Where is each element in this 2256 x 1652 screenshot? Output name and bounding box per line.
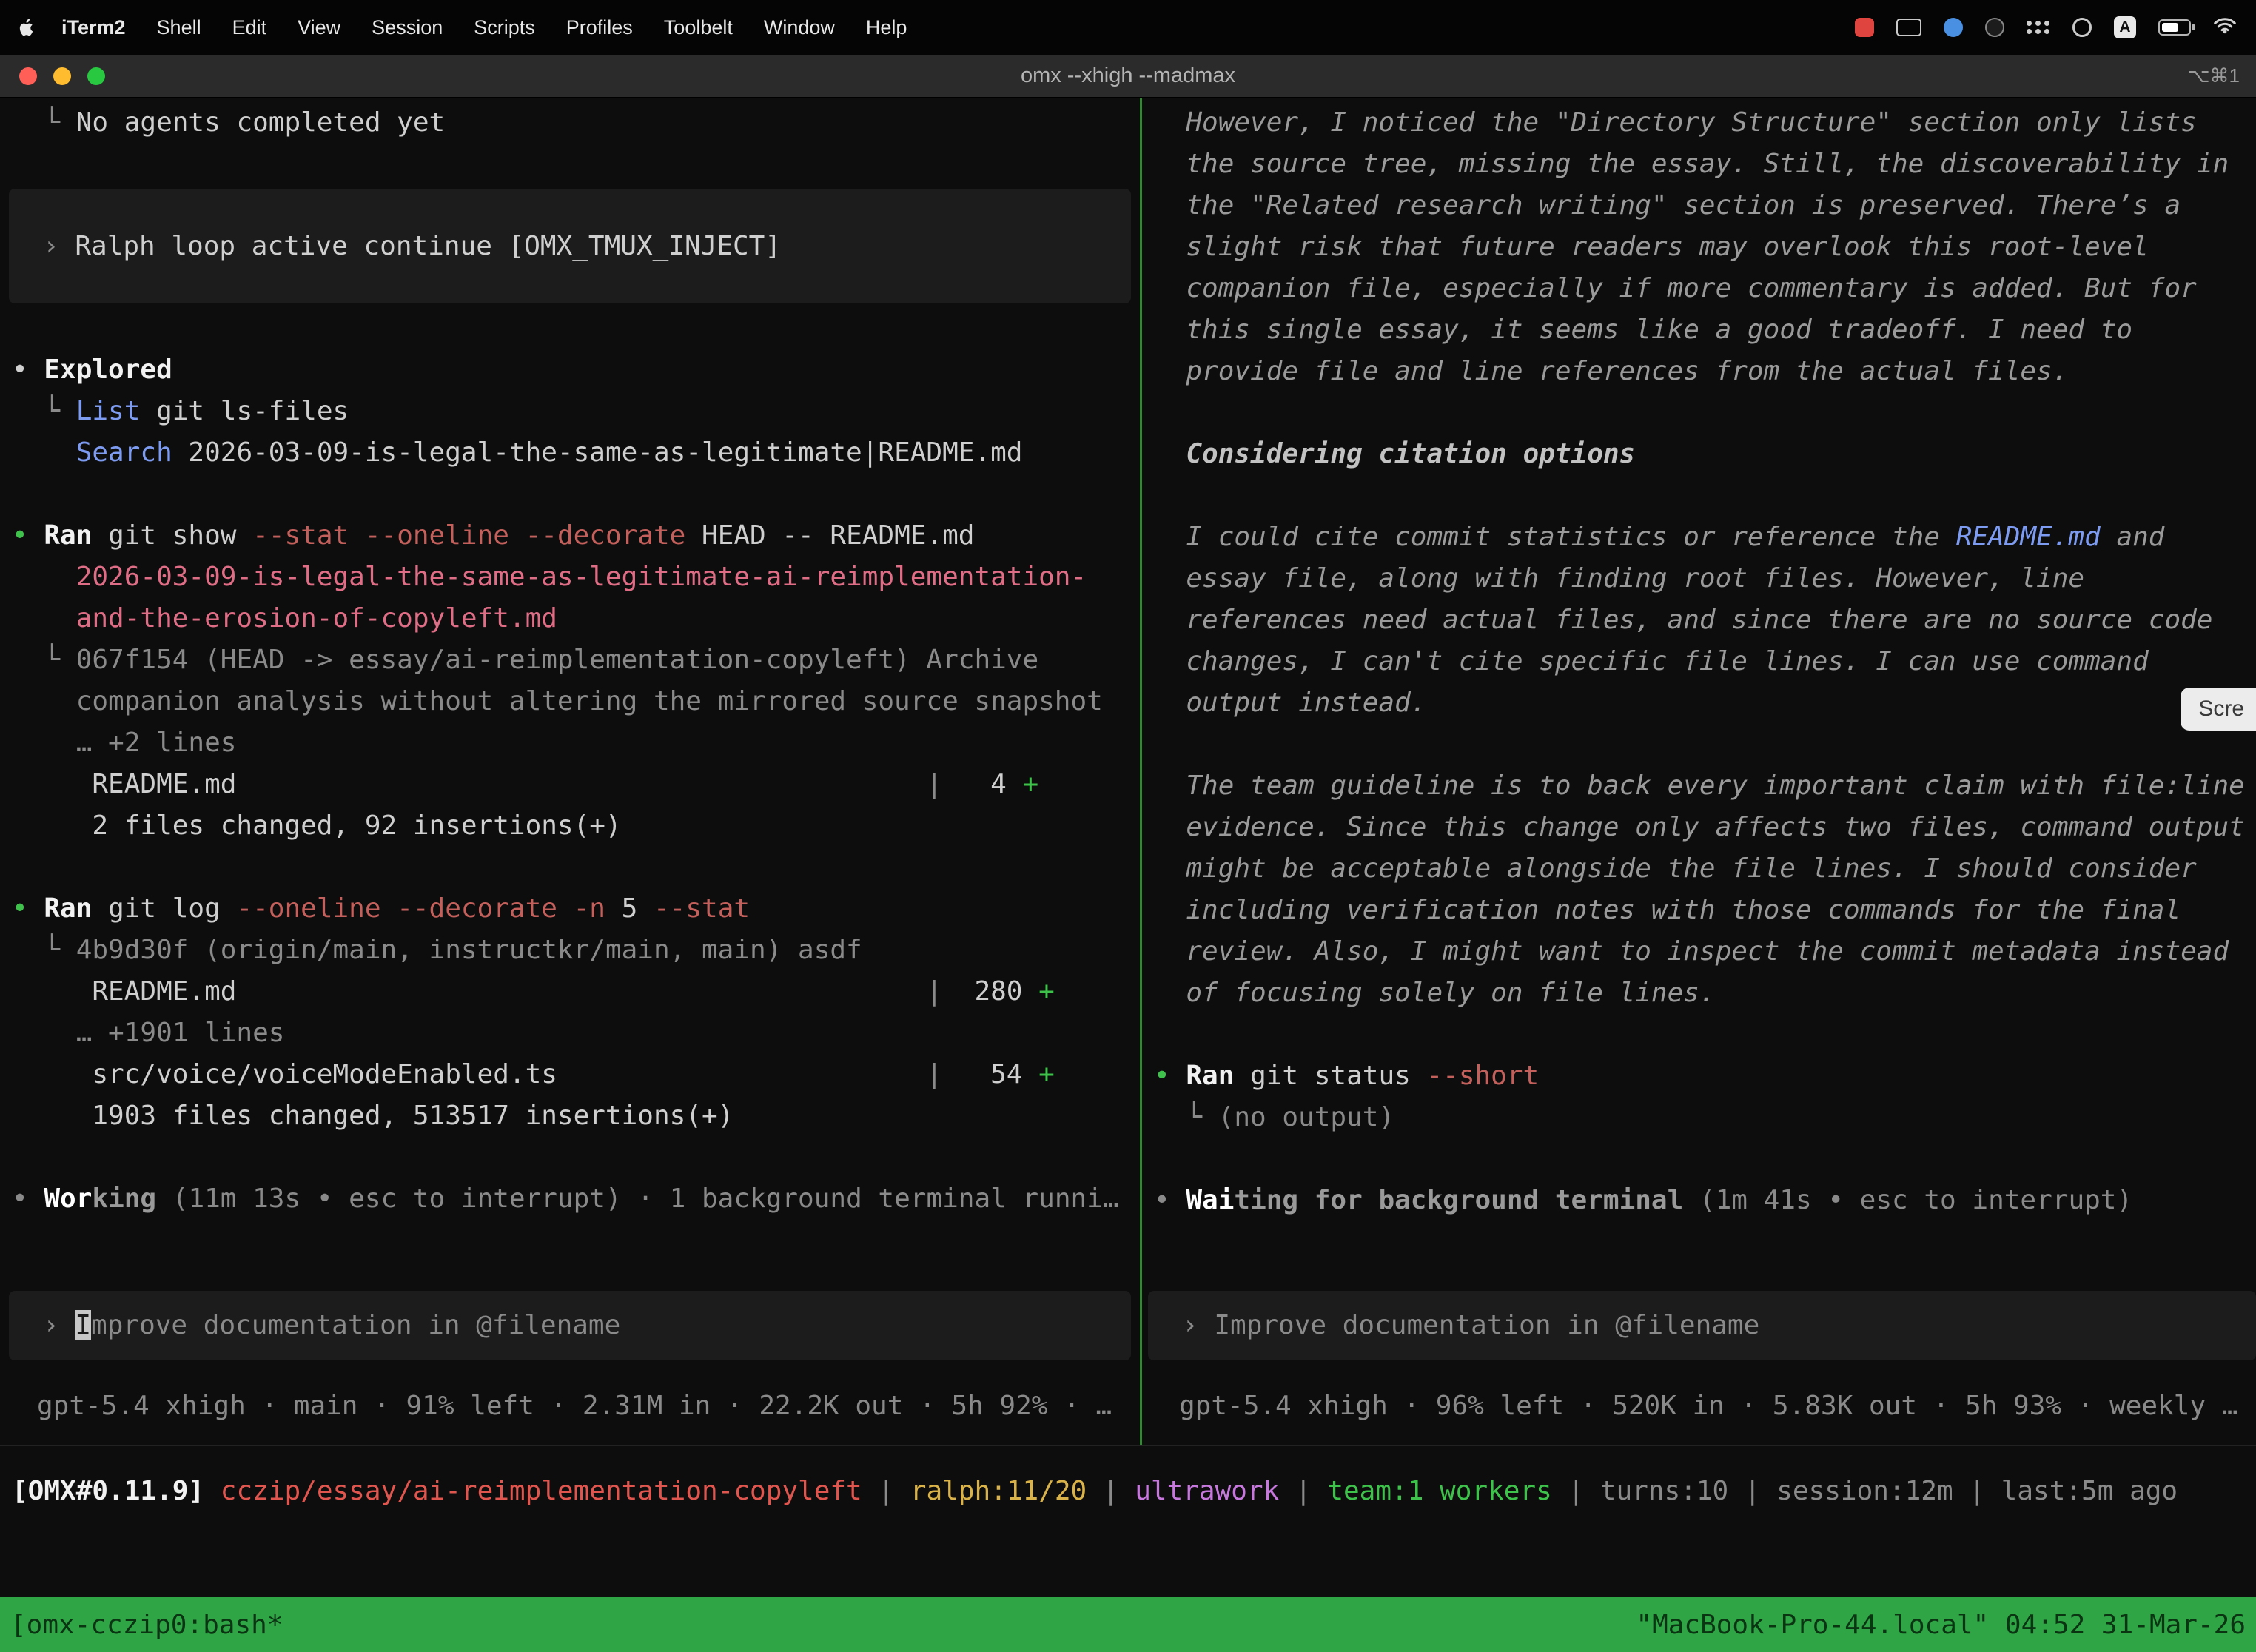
terminal-line: this single essay, it seems like a good … [1142,309,2256,351]
terminal-line: └ List git ls-files [0,391,1140,432]
menu-iterm2[interactable]: iTerm2 [46,16,141,38]
terminal-line: • Ran git show --stat --oneline --decora… [0,515,1140,557]
terminal-line: of focusing solely on file lines. [1142,973,2256,1014]
terminal-line: └ 067f154 (HEAD -> essay/ai-reimplementa… [0,639,1140,681]
terminal-line: • Waiting for background terminal (1m 41… [1142,1180,2256,1221]
terminal-line: the source tree, missing the essay. Stil… [1142,144,2256,185]
screen-share-popup[interactable]: Scre [2181,688,2256,731]
terminal-line: companion analysis without altering the … [0,681,1140,722]
left-status-line: gpt-5.4 xhigh · main · 91% left · 2.31M … [0,1386,1140,1427]
zoom-window-button[interactable] [87,67,105,85]
menu-bar: iTerm2ShellEditViewSessionScriptsProfile… [0,0,2256,55]
terminal-line: └ No agents completed yet [0,102,1140,144]
keystroke-overlay-icon[interactable] [1896,19,1921,36]
terminal-line: └ 4b9d30f (origin/main, instructkr/main,… [0,930,1140,971]
dark-app-icon[interactable] [1985,18,2004,37]
password-manager-icon[interactable] [2072,18,2092,37]
terminal-line: └ (no output) [1142,1097,2256,1138]
terminal-line: evidence. Since this change only affects… [1142,807,2256,848]
terminal-line: The team guideline is to back every impo… [1142,765,2256,807]
left-agent-pane: └ No agents completed yet › Ralph loop ac… [0,98,1140,1446]
menu-view[interactable]: View [282,16,356,38]
blank-line [0,474,1140,515]
terminal-line: changes, I can't cite specific file line… [1142,641,2256,682]
terminal-line: README.md | 280 + [0,971,1140,1013]
left-transcript: └ No agents completed yet › Ralph loop ac… [0,98,1140,1220]
right-transcript: However, I noticed the "Directory Struct… [1142,98,2256,1221]
window-title-bar: omx --xhigh --madmax ⌥⌘1 [0,55,2256,98]
terminal-line: Considering citation options [1142,434,2256,475]
apple-logo-icon[interactable] [19,18,36,37]
minimize-window-button[interactable] [53,67,71,85]
terminal-line: provide file and line references from th… [1142,351,2256,392]
menu-edit[interactable]: Edit [217,16,283,38]
left-prompt-text: › Improve documentation in @filename [43,1305,620,1346]
wifi-icon[interactable] [2213,16,2237,39]
terminal-line: README.md | 4 + [0,764,1140,805]
terminal-line: 1903 files changed, 513517 insertions(+) [0,1095,1140,1137]
menu-toolbelt[interactable]: Toolbelt [648,16,748,38]
terminal-line: and-the-erosion-of-copyleft.md [0,598,1140,639]
terminal-line: the "Related research writing" section i… [1142,185,2256,226]
blank-line [1142,1014,2256,1055]
left-prompt-input[interactable]: › Improve documentation in @filename [9,1291,1131,1360]
tmux-status-bar: [omx-cczip0:bash* "MacBook-Pro-44.local"… [0,1597,2256,1652]
right-status-line: gpt-5.4 xhigh · 96% left · 520K in · 5.8… [1142,1386,2256,1427]
blank-line [1142,392,2256,434]
terminal-line: • Explored [0,349,1140,391]
battery-icon[interactable] [2158,19,2191,36]
terminal-line: references need actual files, and since … [1142,600,2256,641]
terminal-line: 2 files changed, 92 insertions(+) [0,805,1140,847]
menu-window[interactable]: Window [748,16,850,38]
terminal-line: output instead. [1142,682,2256,724]
input-source-icon[interactable]: A [2114,16,2136,38]
terminal-line: slight risk that future readers may over… [1142,226,2256,268]
menu-scripts[interactable]: Scripts [458,16,551,38]
omx-status-bar: [OMX#0.11.9] cczip/essay/ai-reimplementa… [0,1470,2256,1513]
ralph-loop-banner: › Ralph loop active continue [OMX_TMUX_I… [9,189,1131,303]
right-prompt-input[interactable]: › Improve documentation in @filename [1148,1291,2256,1360]
menu-status-icons: A [1855,16,2237,39]
tmux-panes: └ No agents completed yet › Ralph loop ac… [0,98,2256,1446]
terminal-line: including verification notes with those … [1142,890,2256,931]
right-agent-pane: However, I noticed the "Directory Struct… [1142,98,2256,1446]
terminal-line: However, I noticed the "Directory Struct… [1142,102,2256,144]
terminal-line: essay file, along with finding root file… [1142,558,2256,600]
terminal-line: Search 2026-03-09-is-legal-the-same-as-l… [0,432,1140,474]
terminal-line: 2026-03-09-is-legal-the-same-as-legitima… [0,557,1140,598]
blank-line [1142,724,2256,765]
menu-profiles[interactable]: Profiles [551,16,648,38]
blue-app-icon[interactable] [1944,18,1963,37]
blank-line [1142,1138,2256,1180]
right-prompt-text: › Improve documentation in @filename [1182,1305,1759,1346]
traffic-lights [19,55,105,97]
recording-indicator-icon[interactable] [1855,18,1874,37]
tmux-host-clock: "MacBook-Pro-44.local" 04:52 31-Mar-26 [1636,1610,2246,1640]
terminal-line: companion file, especially if more comme… [1142,268,2256,309]
terminal-line: • Working (11m 13s • esc to interrupt) ·… [0,1178,1140,1220]
menu-left: iTerm2ShellEditViewSessionScriptsProfile… [19,16,922,39]
terminal-line: … +1901 lines [0,1013,1140,1054]
apps-grid-icon[interactable] [2027,21,2050,34]
terminal-line: src/voice/voiceModeEnabled.ts | 54 + [0,1054,1140,1095]
terminal-line: review. Also, I might want to inspect th… [1142,931,2256,973]
terminal-line: … +2 lines [0,722,1140,764]
blank-line [1142,475,2256,517]
blank-line [0,847,1140,888]
terminal-line: • Ran git status --short [1142,1055,2256,1097]
tmux-session-label: [omx-cczip0:bash* [10,1610,283,1640]
menu-items: iTerm2ShellEditViewSessionScriptsProfile… [46,16,922,39]
window-title: omx --xhigh --madmax [1021,64,1235,88]
blank-line [0,1137,1140,1178]
screen: iTerm2ShellEditViewSessionScriptsProfile… [0,0,2256,1652]
terminal-line: might be acceptable alongside the file l… [1142,848,2256,890]
tmux-window-shortcut: ⌥⌘1 [2188,64,2240,87]
terminal-line: I could cite commit statistics or refere… [1142,517,2256,558]
menu-help[interactable]: Help [850,16,923,38]
close-window-button[interactable] [19,67,37,85]
terminal-line: • Ran git log --oneline --decorate -n 5 … [0,888,1140,930]
terminal: └ No agents completed yet › Ralph loop ac… [0,98,2256,1652]
menu-session[interactable]: Session [356,16,458,38]
menu-shell[interactable]: Shell [141,16,217,38]
